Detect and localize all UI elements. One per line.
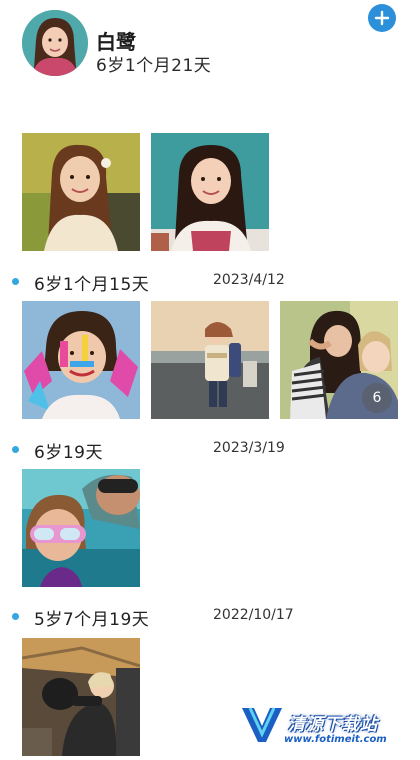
photo-grid: [22, 638, 140, 756]
watermark: 清源下载站 www.fotimeit.com: [240, 700, 400, 756]
timeline-dot: [12, 278, 19, 285]
photo-thumbnail[interactable]: [22, 133, 140, 251]
timeline-dot: [12, 446, 19, 453]
more-count-badge: 6: [362, 383, 392, 413]
watermark-title: 清源下载站: [288, 715, 378, 735]
plus-icon: [374, 10, 390, 26]
section-header: 5岁7个月19天 2022/10/17: [0, 605, 420, 630]
section-header: 6岁19天 2023/3/19: [0, 438, 420, 463]
photo-grid: [22, 133, 269, 251]
section-header: 6岁1个月15天 2023/4/12: [0, 270, 420, 295]
section-age: 6岁1个月15天: [34, 275, 150, 295]
watermark-url: www.fotimeit.com: [284, 734, 387, 745]
profile-age: 6岁1个月21天: [96, 56, 212, 76]
section-date: 2023/3/19: [213, 440, 285, 456]
photo-grid: 6: [22, 301, 398, 419]
section-date: 2023/4/12: [213, 272, 285, 288]
photo-thumbnail[interactable]: 6: [280, 301, 398, 419]
avatar[interactable]: [22, 10, 88, 76]
photo-thumbnail[interactable]: [22, 638, 140, 756]
section-age: 5岁7个月19天: [34, 610, 150, 630]
section-date: 2022/10/17: [213, 607, 294, 623]
avatar-image: [22, 10, 88, 76]
photo-thumbnail[interactable]: [151, 301, 269, 419]
photo-thumbnail[interactable]: [22, 469, 140, 587]
photo-grid: [22, 469, 140, 587]
timeline-dot: [12, 613, 19, 620]
add-button[interactable]: [368, 4, 396, 32]
photo-thumbnail[interactable]: [22, 301, 140, 419]
watermark-logo-icon: [242, 707, 282, 742]
photo-thumbnail[interactable]: [151, 133, 269, 251]
profile-header: 白鹭 6岁1个月21天: [0, 0, 420, 90]
section-age: 6岁19天: [34, 443, 103, 463]
